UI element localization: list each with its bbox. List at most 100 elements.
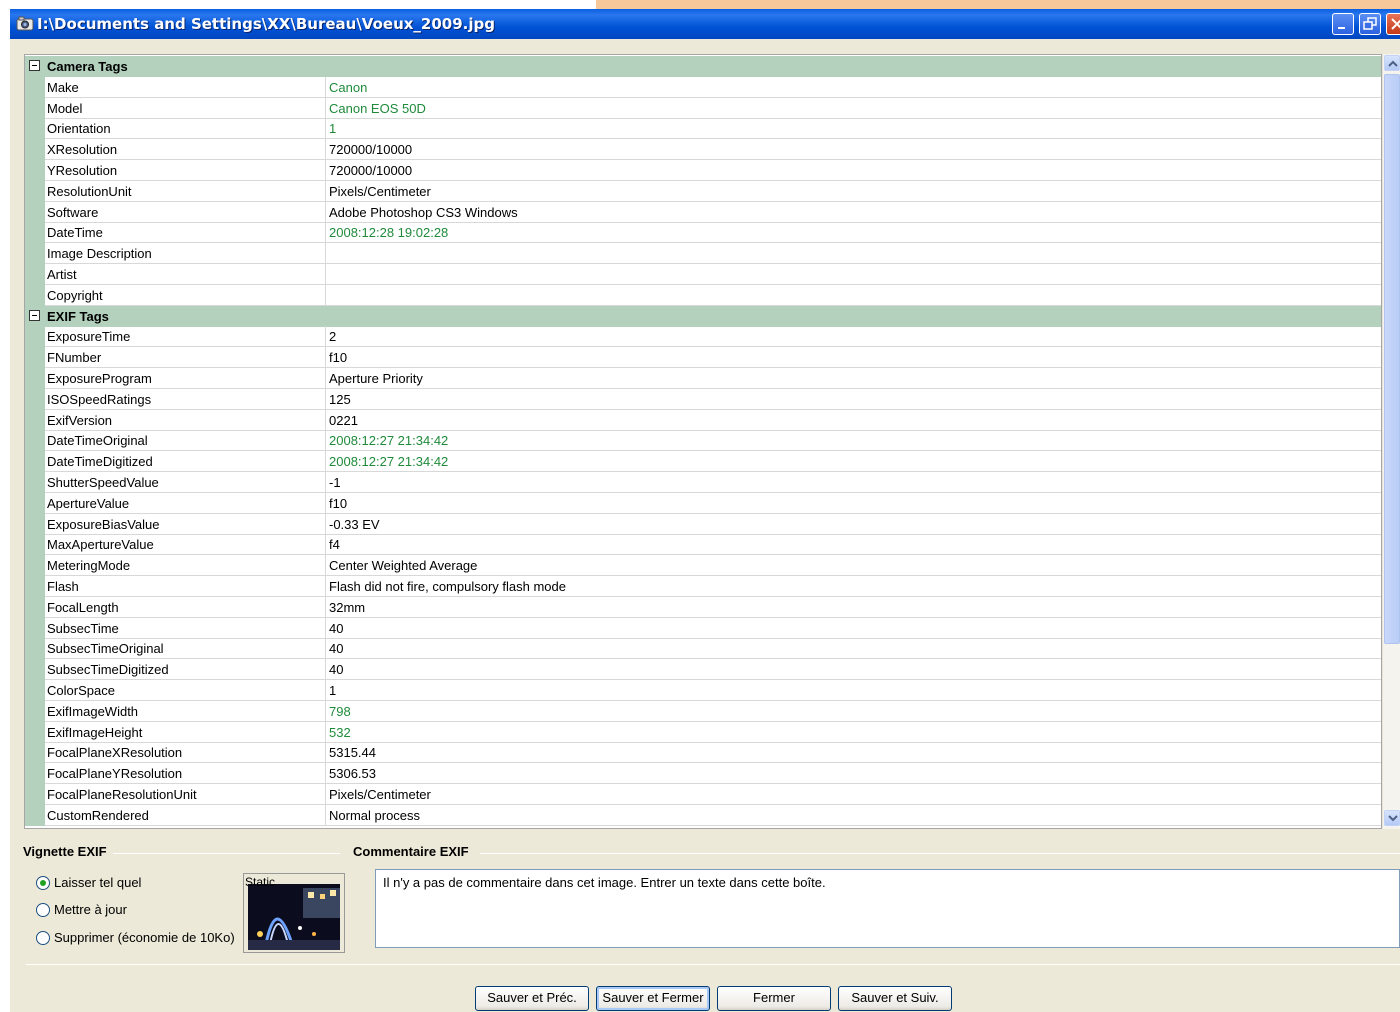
column-separator[interactable] bbox=[325, 160, 326, 181]
restore-button[interactable] bbox=[1359, 13, 1381, 35]
radio-button[interactable] bbox=[36, 876, 50, 890]
property-value[interactable]: 1 bbox=[329, 121, 336, 136]
property-value[interactable]: Aperture Priority bbox=[329, 371, 423, 386]
property-row[interactable]: Model Canon EOS 50D bbox=[25, 98, 1381, 119]
column-separator[interactable] bbox=[325, 555, 326, 576]
property-value[interactable]: 720000/10000 bbox=[329, 163, 412, 178]
property-row[interactable]: FocalPlaneXResolution 5315.44 bbox=[25, 742, 1381, 763]
scroll-thumb[interactable] bbox=[1384, 74, 1400, 644]
property-row[interactable]: DateTimeDigitized 2008:12:27 21:34:42 bbox=[25, 451, 1381, 472]
property-value[interactable]: 32mm bbox=[329, 600, 365, 615]
property-value[interactable]: Center Weighted Average bbox=[329, 558, 477, 573]
column-separator[interactable] bbox=[325, 222, 326, 243]
property-row[interactable]: MaxApertureValue f4 bbox=[25, 534, 1381, 555]
minimize-button[interactable] bbox=[1332, 13, 1354, 35]
property-row[interactable]: ApertureValue f10 bbox=[25, 493, 1381, 514]
property-value[interactable]: 720000/10000 bbox=[329, 142, 412, 157]
column-separator[interactable] bbox=[325, 347, 326, 368]
column-separator[interactable] bbox=[325, 202, 326, 223]
column-separator[interactable] bbox=[325, 98, 326, 119]
collapse-icon[interactable] bbox=[29, 309, 40, 321]
column-separator[interactable] bbox=[325, 326, 326, 347]
column-separator[interactable] bbox=[325, 742, 326, 763]
column-separator[interactable] bbox=[325, 410, 326, 431]
property-value[interactable]: 2008:12:28 19:02:28 bbox=[329, 225, 448, 240]
property-row[interactable]: ISOSpeedRatings 125 bbox=[25, 389, 1381, 410]
column-separator[interactable] bbox=[325, 514, 326, 535]
column-separator[interactable] bbox=[325, 118, 326, 139]
property-row[interactable]: CustomRendered Normal process bbox=[25, 805, 1381, 826]
property-value[interactable]: Adobe Photoshop CS3 Windows bbox=[329, 205, 518, 220]
property-value[interactable]: Pixels/Centimeter bbox=[329, 787, 431, 802]
property-value[interactable]: f4 bbox=[329, 537, 340, 552]
property-row[interactable]: ExposureBiasValue -0.33 EV bbox=[25, 514, 1381, 535]
property-row[interactable]: FocalLength 32mm bbox=[25, 597, 1381, 618]
close-window-button[interactable] bbox=[1386, 13, 1400, 35]
property-row[interactable]: XResolution 720000/10000 bbox=[25, 139, 1381, 160]
property-value[interactable]: Canon EOS 50D bbox=[329, 101, 426, 116]
property-row[interactable]: Copyright bbox=[25, 285, 1381, 306]
property-value[interactable]: 532 bbox=[329, 725, 351, 740]
property-value[interactable]: Normal process bbox=[329, 808, 420, 823]
column-separator[interactable] bbox=[325, 805, 326, 826]
property-value[interactable]: 125 bbox=[329, 392, 351, 407]
scroll-up-button[interactable] bbox=[1384, 55, 1400, 71]
property-value[interactable]: 5315.44 bbox=[329, 745, 376, 760]
column-separator[interactable] bbox=[325, 784, 326, 805]
collapse-icon[interactable] bbox=[29, 60, 40, 71]
title-bar[interactable]: I:\Documents and Settings\XX\Bureau\Voeu… bbox=[10, 9, 1400, 39]
save-next-button[interactable]: Sauver et Suiv. bbox=[838, 986, 952, 1011]
comment-textbox[interactable]: Il n'y a pas de commentaire dans cet ima… bbox=[375, 869, 1400, 948]
property-row[interactable]: Flash Flash did not fire, compulsory flas… bbox=[25, 576, 1381, 597]
property-value[interactable]: 2008:12:27 21:34:42 bbox=[329, 454, 448, 469]
property-value[interactable]: 40 bbox=[329, 641, 343, 656]
property-value[interactable]: Pixels/Centimeter bbox=[329, 184, 431, 199]
property-value[interactable]: 0221 bbox=[329, 413, 358, 428]
column-separator[interactable] bbox=[325, 389, 326, 410]
column-separator[interactable] bbox=[325, 285, 326, 306]
column-separator[interactable] bbox=[325, 659, 326, 680]
property-value[interactable]: 40 bbox=[329, 662, 343, 677]
column-separator[interactable] bbox=[325, 368, 326, 389]
column-separator[interactable] bbox=[325, 77, 326, 98]
property-value[interactable]: 5306.53 bbox=[329, 766, 376, 781]
close-button[interactable]: Fermer bbox=[717, 986, 831, 1011]
category-header[interactable]: EXIF Tags bbox=[25, 305, 1381, 327]
grid-vertical-scrollbar[interactable] bbox=[1382, 54, 1400, 829]
column-separator[interactable] bbox=[325, 181, 326, 202]
property-row[interactable]: Make Canon bbox=[25, 77, 1381, 98]
column-separator[interactable] bbox=[325, 701, 326, 722]
column-separator[interactable] bbox=[325, 618, 326, 639]
column-separator[interactable] bbox=[325, 451, 326, 472]
property-row[interactable]: Artist bbox=[25, 264, 1381, 285]
column-separator[interactable] bbox=[325, 472, 326, 493]
column-separator[interactable] bbox=[325, 493, 326, 514]
property-row[interactable]: Orientation 1 bbox=[25, 118, 1381, 139]
property-row[interactable]: ExifVersion 0221 bbox=[25, 410, 1381, 431]
property-value[interactable]: 2 bbox=[329, 329, 336, 344]
property-row[interactable]: FNumber f10 bbox=[25, 347, 1381, 368]
column-separator[interactable] bbox=[325, 534, 326, 555]
property-row[interactable]: Software Adobe Photoshop CS3 Windows bbox=[25, 202, 1381, 223]
save-close-button[interactable]: Sauver et Fermer bbox=[596, 986, 710, 1011]
property-row[interactable]: ExifImageHeight 532 bbox=[25, 722, 1381, 743]
property-row[interactable]: ShutterSpeedValue -1 bbox=[25, 472, 1381, 493]
property-row[interactable]: ExifImageWidth 798 bbox=[25, 701, 1381, 722]
property-row[interactable]: SubsecTimeDigitized 40 bbox=[25, 659, 1381, 680]
column-separator[interactable] bbox=[325, 680, 326, 701]
property-row[interactable]: ColorSpace 1 bbox=[25, 680, 1381, 701]
property-value[interactable]: f10 bbox=[329, 496, 347, 511]
property-row[interactable]: SubsecTime 40 bbox=[25, 618, 1381, 639]
property-value[interactable]: 798 bbox=[329, 704, 351, 719]
property-row[interactable]: DateTime 2008:12:28 19:02:28 bbox=[25, 222, 1381, 243]
column-separator[interactable] bbox=[325, 430, 326, 451]
property-value[interactable]: Flash did not fire, compulsory flash mod… bbox=[329, 579, 566, 594]
property-value[interactable]: -0.33 EV bbox=[329, 517, 380, 532]
property-value[interactable]: 2008:12:27 21:34:42 bbox=[329, 433, 448, 448]
property-value[interactable]: 40 bbox=[329, 621, 343, 636]
property-row[interactable]: YResolution 720000/10000 bbox=[25, 160, 1381, 181]
property-value[interactable]: Canon bbox=[329, 80, 367, 95]
category-header[interactable]: Camera Tags bbox=[25, 56, 1381, 77]
property-row[interactable]: SubsecTimeOriginal 40 bbox=[25, 638, 1381, 659]
property-row[interactable]: DateTimeOriginal 2008:12:27 21:34:42 bbox=[25, 430, 1381, 451]
